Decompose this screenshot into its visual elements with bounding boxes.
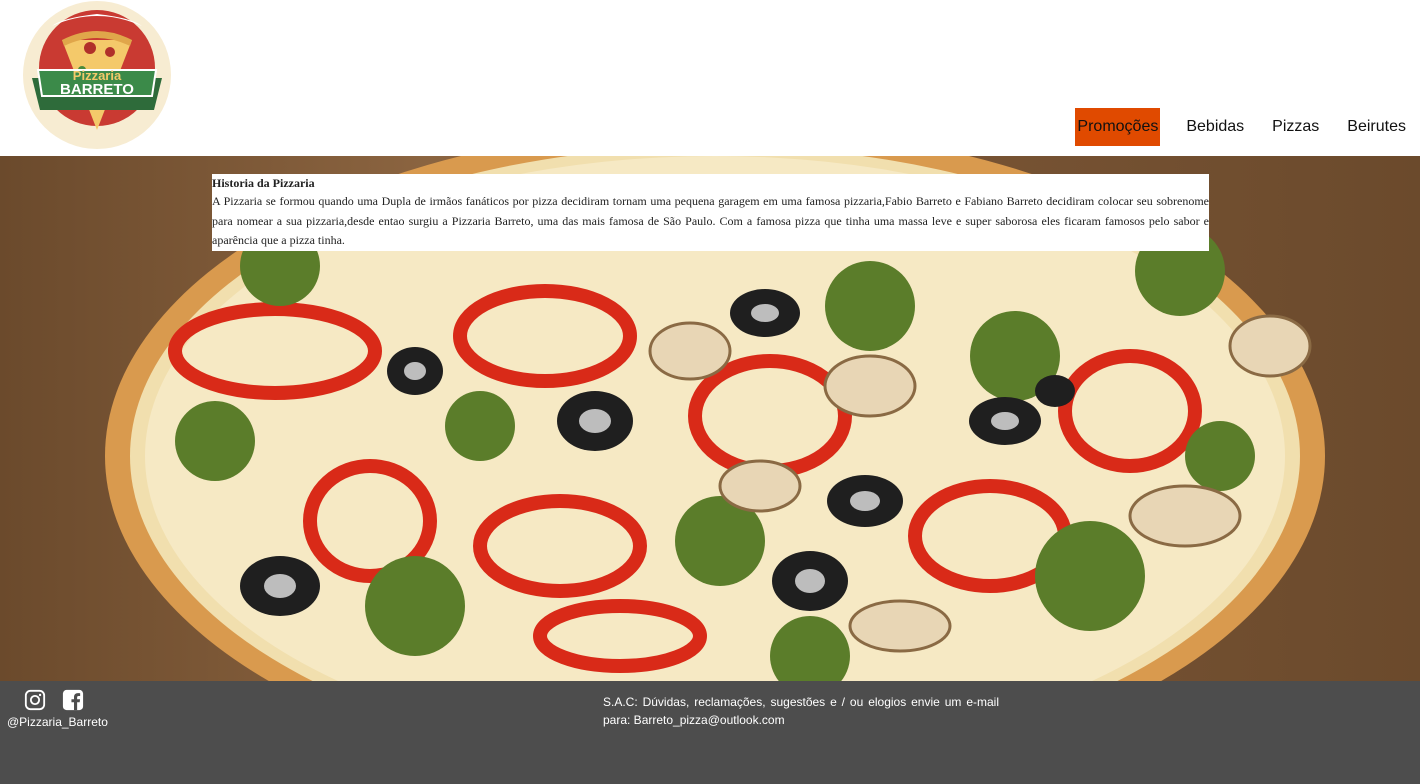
pizzaria-logo[interactable]: Pizzaria BARRETO [22, 0, 172, 150]
history-text: A Pizzaria se formou quando uma Dupla de… [212, 194, 1209, 247]
nav-item-promocoes[interactable]: Promoções [1075, 108, 1161, 146]
history-section: Historia da Pizzaria A Pizzaria se formo… [212, 174, 1209, 251]
site-header: Pizzaria BARRETO Promoções Bebidas Pizza… [0, 0, 1420, 156]
hero-pizza-image: Historia da Pizzaria A Pizzaria se formo… [0, 156, 1420, 681]
nav-item-bebidas[interactable]: Bebidas [1172, 108, 1258, 146]
site-footer: @Pizzaria_Barreto S.A.C: Dúvidas, reclam… [0, 681, 1420, 784]
history-title: Historia da Pizzaria [212, 176, 315, 190]
nav-item-beirutes[interactable]: Beirutes [1333, 108, 1420, 146]
logo-text-barreto: BARRETO [60, 81, 134, 98]
sac-contact-text: S.A.C: Dúvidas, reclamações, sugestões e… [603, 695, 999, 727]
instagram-handle[interactable]: @Pizzaria_Barreto [7, 715, 108, 729]
main-nav: Promoções Bebidas Pizzas Beirutes [1075, 108, 1420, 146]
instagram-icon[interactable] [24, 689, 46, 716]
nav-item-pizzas[interactable]: Pizzas [1258, 108, 1333, 146]
social-links [24, 689, 84, 716]
facebook-icon[interactable] [62, 689, 84, 716]
